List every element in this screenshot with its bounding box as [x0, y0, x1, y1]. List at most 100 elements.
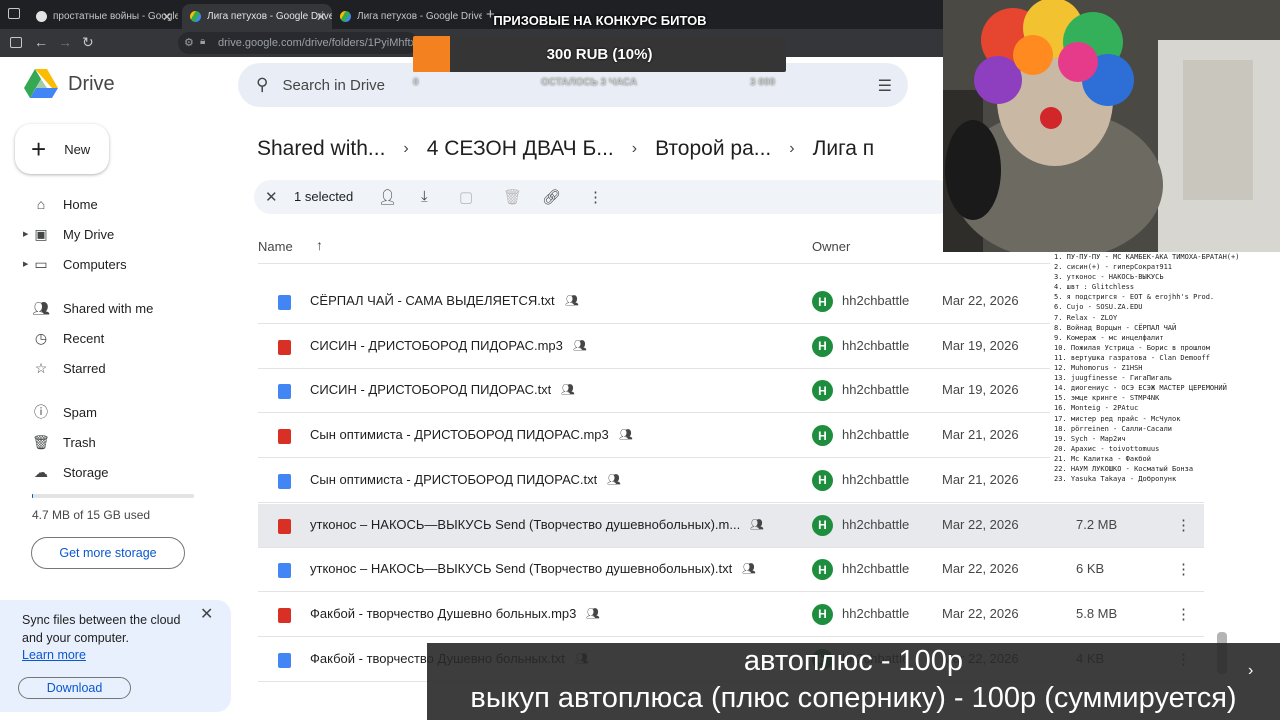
name-column-header[interactable]: Name	[258, 239, 293, 254]
drive-logo[interactable]: Drive	[24, 69, 115, 99]
breadcrumb-item[interactable]: 4 СЕЗОН ДВАЧ Б...	[427, 137, 614, 161]
file-name[interactable]: утконос – НАКОСЬ—ВЫКУСЬ Send (Творчество…	[310, 517, 740, 532]
sidebar-toggle-icon[interactable]	[10, 37, 22, 48]
clear-selection-icon[interactable]: ✕	[265, 188, 278, 206]
participant-entry: 2. сисин(+) - гиперСократ911	[1054, 263, 1173, 272]
webcam-image	[943, 0, 1280, 252]
reload-icon[interactable]: ↻	[82, 34, 94, 51]
search-options-icon[interactable]: ☰	[878, 76, 892, 96]
file-owner: hh2chbattle	[842, 382, 910, 398]
tab-list-icon[interactable]	[8, 8, 20, 19]
prize-goal: 3 000	[750, 77, 776, 88]
get-more-storage-button[interactable]: Get more storage	[31, 537, 185, 569]
clock-icon: ◷	[34, 329, 48, 346]
participant-entry: 10. Пожилая Устрица - Борис в прошлом	[1054, 343, 1210, 352]
file-name[interactable]: Сын оптимиста - ДРИСТОБОРОД ПИДОРАС.txt	[310, 472, 597, 487]
back-icon[interactable]: ←	[34, 34, 48, 50]
file-name[interactable]: Сын оптимиста - ДРИСТОБОРОД ПИДОРАС.mp3	[310, 427, 609, 442]
file-name[interactable]: Факбой - творчество Душевно больных.mp3	[310, 606, 576, 621]
participant-entry: 16. Monteig - 2PAtuc	[1054, 404, 1139, 413]
file-name[interactable]: СЁРПАЛ ЧАЙ - САМА ВЫДЕЛЯЕТСЯ.txt	[310, 293, 555, 308]
browser-tab[interactable]: Лига петухов - Google Drive	[332, 4, 482, 29]
sidebar-item-label: My Drive	[63, 226, 115, 242]
sidebar-item-shared-with-me[interactable]: 👥︎ Shared with me	[0, 294, 230, 322]
tab-close-icon[interactable]: ✕	[162, 10, 172, 24]
file-name[interactable]: СИСИН - ДРИСТОБОРОД ПИДОРАС.mp3	[310, 338, 563, 353]
browser-tab[interactable]: простатные войны - Google Sh ✕	[28, 4, 178, 29]
avatar: H	[812, 514, 833, 536]
chevron-right-icon: ›	[403, 140, 409, 157]
table-row[interactable]: утконос – НАКОСЬ—ВЫКУСЬ Send (Творчество…	[258, 503, 1204, 548]
drive-logo-icon	[24, 69, 58, 98]
download-button[interactable]: Download	[18, 677, 131, 699]
shared-people-icon: 👥︎	[742, 563, 756, 576]
audio-file-icon	[278, 429, 291, 445]
search-icon[interactable]: ⚲	[256, 75, 268, 95]
breadcrumb-item[interactable]: Второй ра...	[655, 137, 771, 161]
download-icon[interactable]: ⤓	[421, 188, 428, 205]
sidebar-item-trash[interactable]: 🗑︎ Trash	[0, 428, 230, 456]
tab-close-icon[interactable]: ✕	[316, 10, 326, 24]
forward-icon[interactable]: →	[58, 34, 72, 50]
participant-entry: 19. Sych - Мар2ич	[1054, 434, 1126, 443]
audio-file-icon	[278, 607, 291, 623]
sort-arrow-icon[interactable]: ↑	[316, 237, 323, 253]
delete-icon[interactable]: 🗑︎	[503, 188, 522, 206]
shared-people-icon: 👥︎	[573, 339, 587, 352]
file-size: 6 KB	[1076, 561, 1105, 577]
prize-min: 0	[413, 77, 419, 88]
participant-entry: 8. Войнад Ворцын - СЁРПАЛ ЧАЙ	[1054, 323, 1177, 332]
file-date: Mar 22, 2026	[942, 293, 1019, 308]
sidebar-item-label: Starred	[63, 360, 106, 376]
sidebar-item-computers[interactable]: ▶ ▭ Computers	[0, 250, 230, 278]
table-row[interactable]: утконос – НАКОСЬ—ВЫКУСЬ Send (Творчество…	[258, 548, 1204, 593]
storage-bar	[32, 494, 194, 498]
close-icon[interactable]: ✕	[200, 604, 213, 624]
sidebar-item-starred[interactable]: ☆ Starred	[0, 354, 230, 382]
prize-amount: 300 RUB (10%)	[546, 45, 653, 63]
cloud-icon: ☁	[34, 463, 48, 480]
sidebar-item-recent[interactable]: ◷ Recent	[0, 324, 230, 352]
participant-entry: 6. Cujo - SOSU.ZA.EDU	[1054, 303, 1143, 312]
link-icon[interactable]: 🔗︎	[542, 188, 561, 206]
new-button[interactable]: + New	[15, 124, 109, 174]
storage-used-text: 4.7 MB of 15 GB used	[32, 508, 151, 522]
expand-arrow-icon[interactable]: ▶	[23, 230, 28, 238]
tab-favicon-icon	[36, 11, 47, 22]
owner-column-header[interactable]: Owner	[812, 239, 850, 254]
move-icon[interactable]: ▢	[459, 188, 473, 206]
site-info-icon[interactable]: ⚙	[184, 36, 194, 49]
sidebar-item-storage[interactable]: ☁ Storage	[0, 458, 230, 486]
scroll-next-icon[interactable]: ›	[1248, 662, 1253, 680]
table-row[interactable]: Факбой - творчество Душевно больных.mp3 👥…	[258, 593, 1204, 637]
avatar: H	[812, 603, 833, 625]
sidebar-item-home[interactable]: ⌂ Home	[0, 190, 230, 218]
avatar: H	[812, 380, 833, 402]
participant-entry: 18. pörreinen - Салли-Сасали	[1054, 424, 1173, 433]
storage-bar-fill	[32, 494, 33, 498]
more-actions-icon[interactable]: ⋮	[588, 188, 603, 206]
file-name[interactable]: утконос – НАКОСЬ—ВЫКУСЬ Send (Творчество…	[310, 561, 732, 576]
more-options-icon[interactable]: ⋮	[1176, 516, 1191, 534]
participant-entry: 9. Комераж - мс инцелфалит	[1054, 333, 1164, 342]
avatar: H	[812, 291, 833, 312]
prize-progress-bar: 300 RUB (10%)	[413, 36, 786, 72]
breadcrumb-item[interactable]: Лига п	[813, 137, 875, 161]
more-options-icon[interactable]: ⋮	[1176, 605, 1191, 623]
more-options-icon[interactable]: ⋮	[1176, 560, 1191, 578]
browser-tab-active[interactable]: Лига петухов - Google Drive ✕	[182, 4, 332, 29]
prize-title: ПРИЗОВЫЕ НА КОНКУРС БИТОВ	[493, 13, 707, 28]
webcam-feed	[943, 0, 1280, 252]
breadcrumb-item[interactable]: Shared with...	[257, 137, 385, 161]
search-input[interactable]: Search in Drive	[282, 77, 385, 94]
chevron-right-icon: ›	[631, 140, 638, 157]
learn-more-link[interactable]: Learn more	[22, 648, 86, 662]
expand-arrow-icon[interactable]: ▶	[23, 260, 28, 268]
selection-toolbar: ✕ 1 selected 👤︎ ⤓ ▢ 🗑︎ 🔗︎ ⋮	[254, 180, 954, 214]
sidebar-item-spam[interactable]: ⓘ Spam	[0, 398, 230, 426]
sidebar-item-my-drive[interactable]: ▶ ▣ My Drive	[0, 220, 230, 248]
file-name[interactable]: СИСИН - ДРИСТОБОРОД ПИДОРАС.txt	[310, 382, 551, 397]
share-icon[interactable]: 👤︎	[378, 188, 397, 206]
file-date: Mar 19, 2026	[942, 337, 1019, 353]
url-input[interactable]: ⚙ 🔒︎ drive.google.com/drive/folders/1Pyi…	[178, 32, 418, 54]
